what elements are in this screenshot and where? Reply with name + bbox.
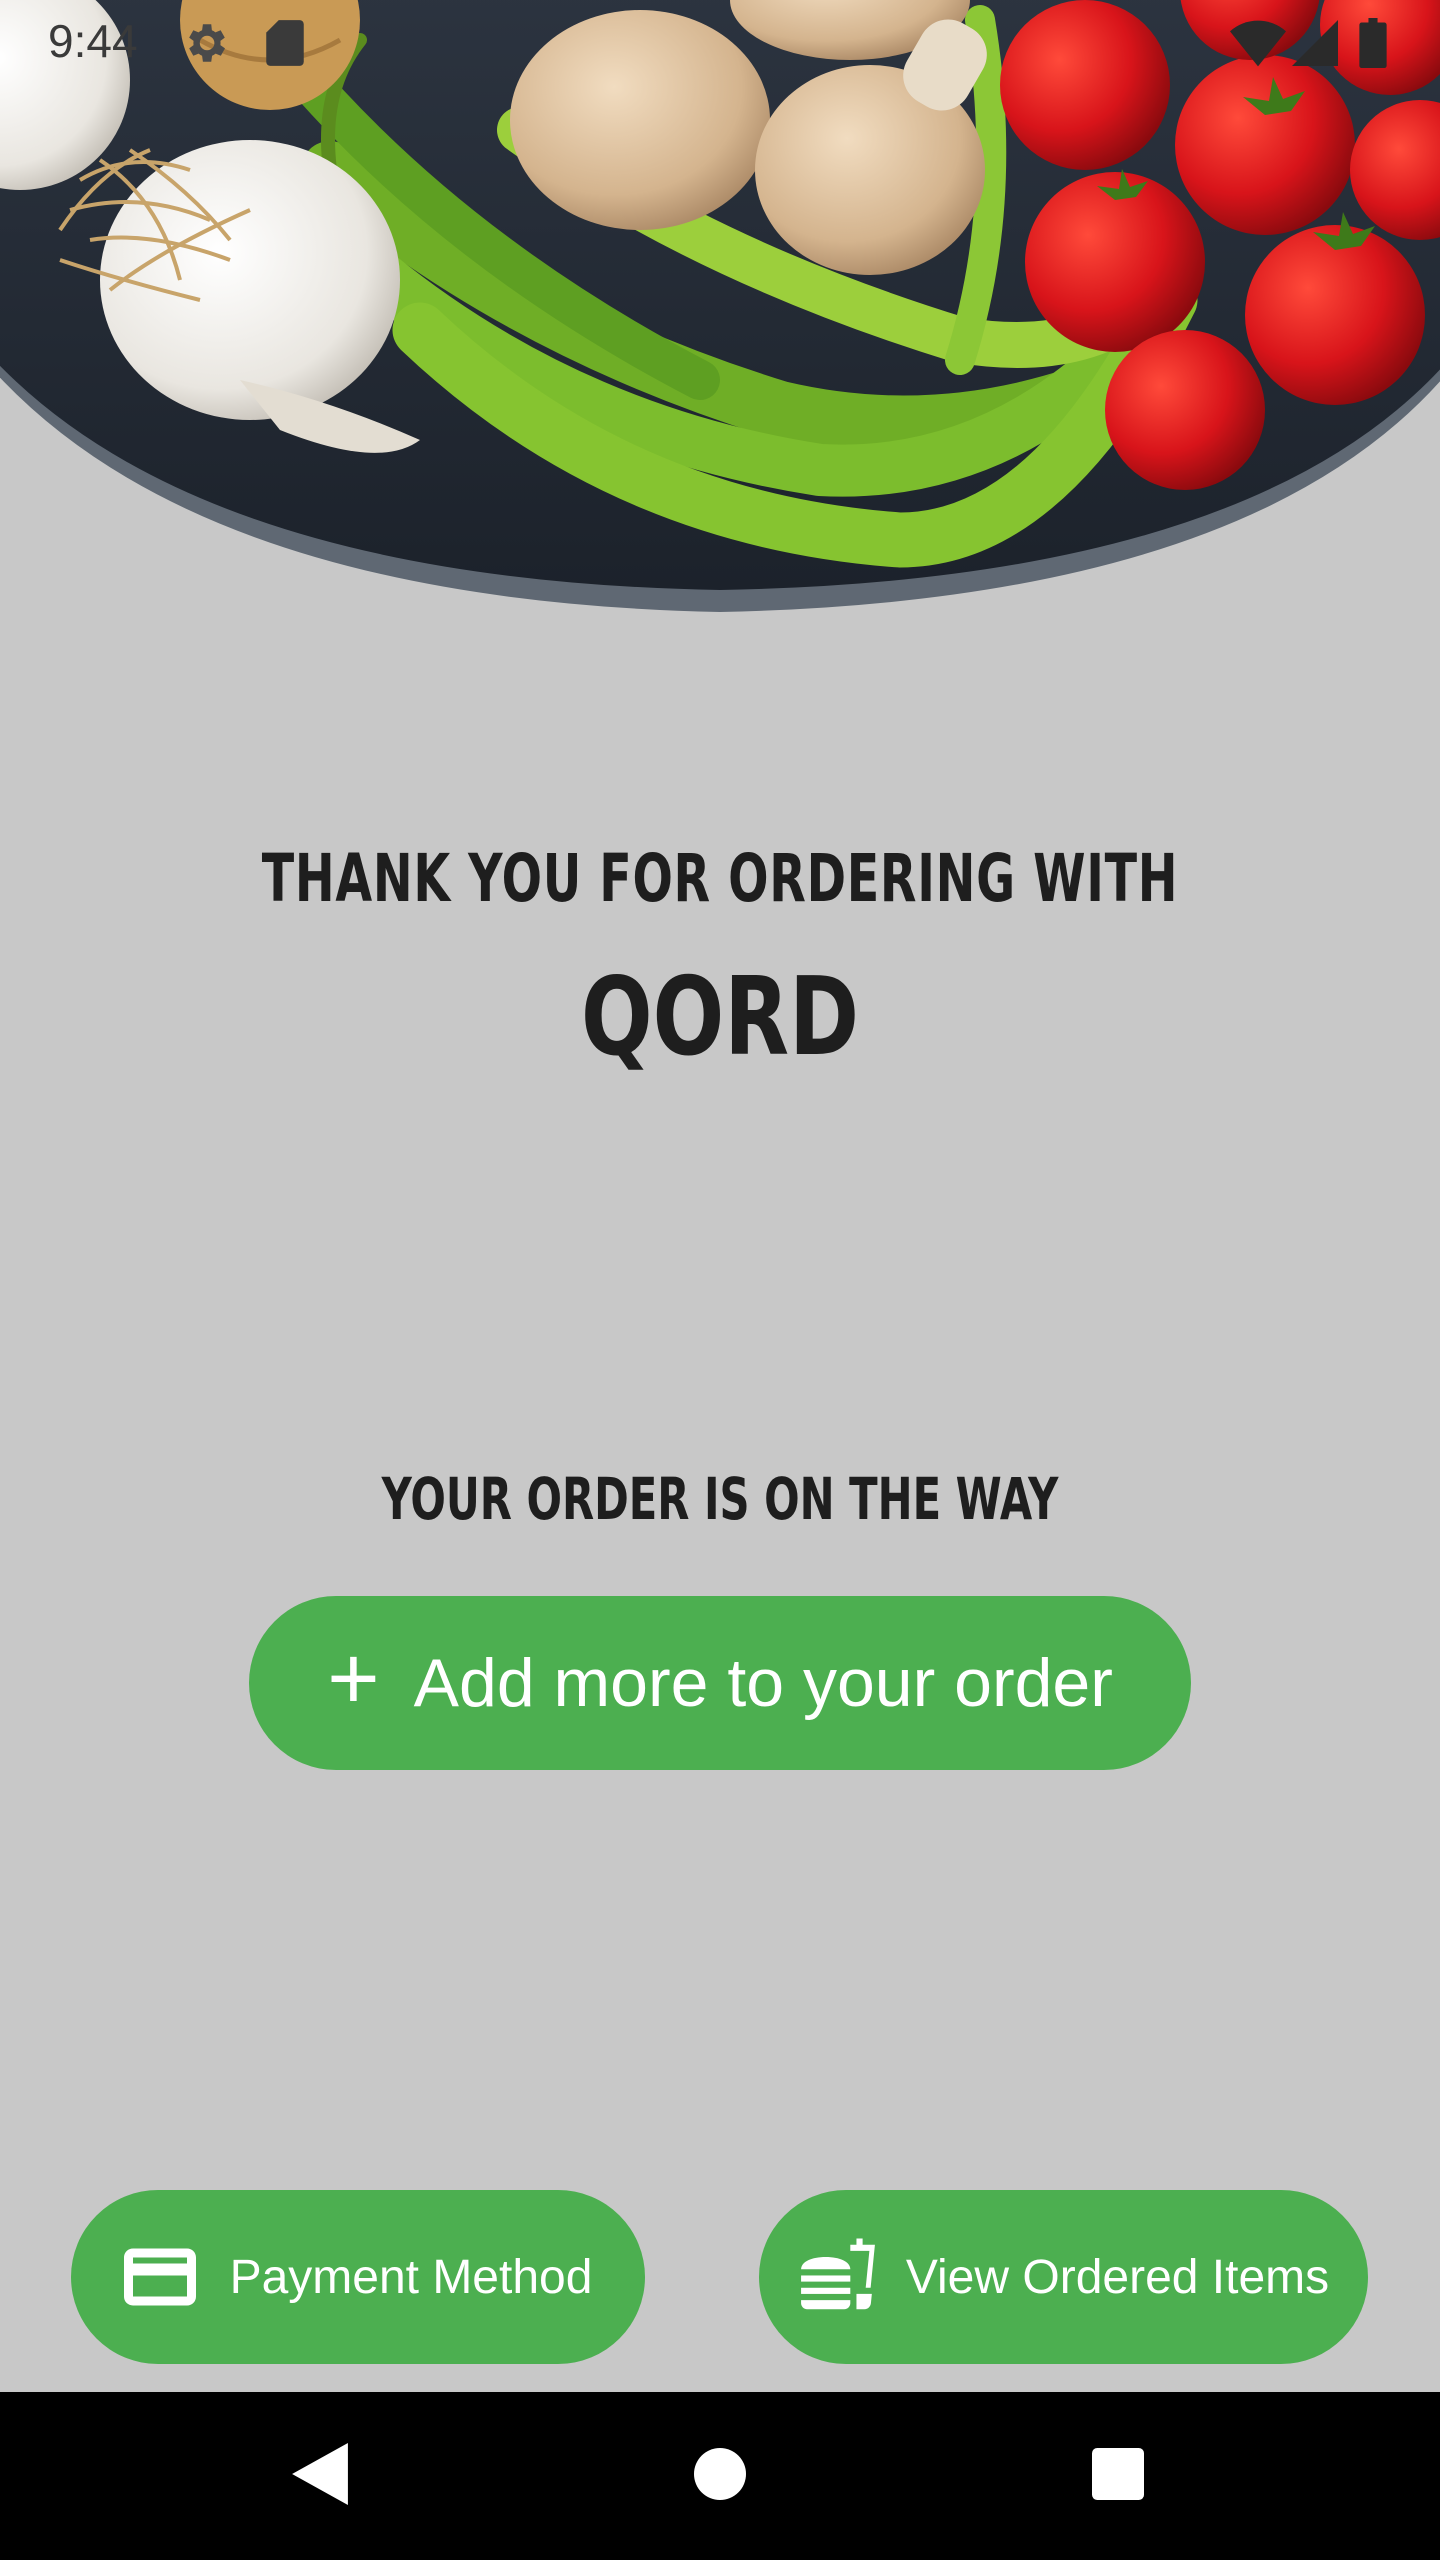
order-confirmation-screen: 9:44 THANK YOU FOR ORDERING WITH QORD YO… <box>0 0 1440 2560</box>
battery-icon <box>1358 18 1388 73</box>
navigation-bar <box>0 2392 1440 2560</box>
thank-you-heading: THANK YOU FOR ORDERING WITH <box>261 840 1179 917</box>
recents-button[interactable] <box>1038 2392 1198 2560</box>
sd-card-icon <box>262 18 308 73</box>
status-bar: 9:44 <box>0 0 1440 84</box>
home-circle-icon <box>694 2447 746 2505</box>
payment-method-label: Payment Method <box>229 2250 593 2304</box>
back-triangle-icon <box>292 2442 348 2510</box>
payment-method-button[interactable]: Payment Method <box>71 2190 645 2364</box>
cell-signal-icon <box>1292 18 1338 73</box>
status-time: 9:44 <box>48 15 138 67</box>
home-button[interactable] <box>640 2392 800 2560</box>
brand-name: QORD <box>580 955 860 1080</box>
credit-card-icon <box>123 2248 196 2306</box>
plus-icon: + <box>327 1629 380 1729</box>
wifi-icon <box>1230 18 1286 73</box>
view-ordered-items-button[interactable]: View Ordered Items <box>759 2190 1368 2364</box>
add-more-label: Add more to your order <box>413 1645 1113 1721</box>
vegetables-bowl-image <box>0 0 1440 640</box>
add-more-button[interactable]: + Add more to your order <box>249 1596 1191 1770</box>
order-status-message: YOUR ORDER IS ON THE WAY <box>381 1465 1059 1533</box>
back-button[interactable] <box>240 2392 400 2560</box>
settings-gear-icon <box>180 18 230 73</box>
food-order-icon <box>798 2238 878 2316</box>
recents-square-icon <box>1092 2447 1144 2505</box>
view-ordered-items-label: View Ordered Items <box>905 2250 1330 2304</box>
